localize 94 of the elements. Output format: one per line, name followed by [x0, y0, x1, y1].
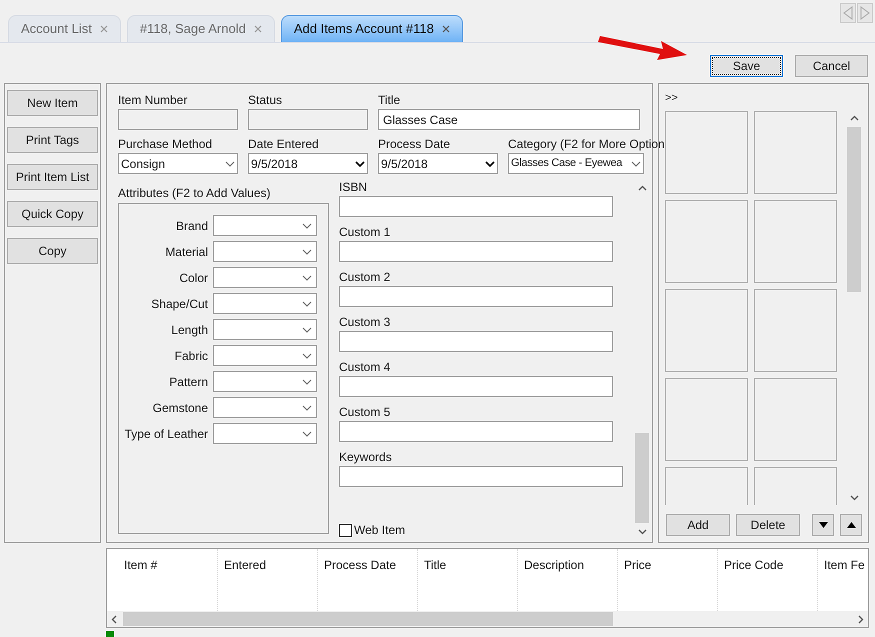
side-button[interactable]: Print Tags: [7, 127, 98, 153]
date-picker[interactable]: 9/5/2018: [248, 153, 368, 174]
add-button[interactable]: Add: [666, 514, 730, 536]
text-field[interactable]: Glasses Case: [378, 109, 640, 130]
delete-button[interactable]: Delete: [736, 514, 800, 536]
checkbox[interactable]: [339, 524, 352, 536]
photo-slot[interactable]: [754, 378, 837, 461]
close-icon[interactable]: [100, 25, 108, 33]
attribute-label: Shape/Cut: [151, 296, 208, 312]
text-field[interactable]: [339, 286, 613, 307]
field-label: Custom 5: [339, 406, 392, 419]
field-label: Title: [378, 93, 402, 107]
field-label: ISBN: [339, 181, 368, 194]
dropdown-field[interactable]: [213, 241, 317, 262]
checkbox-label: Web Item: [354, 522, 406, 539]
photo-slot[interactable]: [665, 378, 748, 461]
cancel-button[interactable]: Cancel: [795, 55, 868, 77]
scroll-down-icon[interactable]: [638, 529, 646, 535]
photo-slot[interactable]: [754, 111, 837, 194]
column-header[interactable]: Description: [524, 558, 584, 572]
scroll-up-icon[interactable]: [850, 115, 858, 121]
keywords-field[interactable]: [339, 466, 623, 487]
dropdown-field[interactable]: [213, 215, 317, 236]
dropdown-field[interactable]: [213, 293, 317, 314]
scrollbar-thumb[interactable]: [123, 612, 613, 626]
dropdown-field[interactable]: [213, 345, 317, 366]
scroll-right-icon[interactable]: [858, 614, 864, 624]
photo-slot[interactable]: [665, 200, 748, 283]
column-header[interactable]: Process Date: [324, 558, 396, 572]
close-icon[interactable]: [442, 25, 450, 33]
field-label: Custom 1: [339, 226, 392, 239]
section-title: Attributes (F2 to Add Values): [118, 186, 272, 200]
field-label: Custom 2: [339, 271, 392, 284]
photo-slot[interactable]: [665, 111, 748, 194]
attribute-label: Length: [171, 322, 208, 338]
text-field[interactable]: [339, 331, 613, 352]
text-field[interactable]: [339, 196, 613, 217]
horizontal-scrollbar[interactable]: [107, 611, 868, 627]
field-label: Item Number: [118, 93, 188, 107]
scrollbar-thumb[interactable]: [635, 433, 649, 523]
field-label: Custom 3: [339, 316, 392, 329]
dropdown-field[interactable]: [213, 397, 317, 418]
save-button[interactable]: Save: [710, 55, 783, 77]
dropdown-field[interactable]: [213, 423, 317, 444]
scroll-up-icon[interactable]: [638, 185, 646, 191]
side-button[interactable]: Quick Copy: [7, 201, 98, 227]
photo-slot[interactable]: [754, 289, 837, 372]
close-icon[interactable]: [254, 25, 262, 33]
down-triangle-icon: [818, 522, 828, 528]
field-label: Custom 4: [339, 361, 392, 374]
dropdown-field[interactable]: [213, 371, 317, 392]
up-triangle-icon: [846, 522, 856, 528]
column-header[interactable]: Price: [624, 558, 652, 572]
field-label: Keywords: [339, 451, 393, 464]
tab[interactable]: Add Items Account #118: [280, 15, 463, 42]
field-label: Process Date: [378, 137, 452, 151]
field-label: Date Entered: [248, 137, 320, 151]
side-button[interactable]: Print Item List: [7, 164, 98, 190]
attribute-label: Gemstone: [152, 400, 208, 416]
dropdown-field[interactable]: [213, 267, 317, 288]
tab[interactable]: Account List: [8, 15, 121, 42]
scrollbar-thumb[interactable]: [847, 127, 861, 292]
dropdown-field[interactable]: Glasses Case - Eyewea: [508, 153, 644, 174]
column-header[interactable]: Item #: [124, 558, 158, 572]
dropdown-field[interactable]: [213, 319, 317, 340]
side-button[interactable]: Copy: [7, 238, 98, 264]
scroll-down-icon[interactable]: [850, 495, 858, 501]
column-header[interactable]: Entered: [224, 558, 266, 572]
column-header[interactable]: Price Code: [724, 558, 784, 572]
text-field[interactable]: [339, 241, 613, 262]
text-field[interactable]: [339, 376, 613, 397]
expand-toggle[interactable]: >>: [665, 92, 678, 105]
field-label: Category (F2 for More Option: [508, 137, 665, 151]
field-label: Purchase Method: [118, 137, 214, 151]
scroll-left-icon[interactable]: [111, 614, 117, 624]
photo-slot[interactable]: [665, 289, 748, 372]
attribute-label: Material: [165, 244, 208, 260]
column-header[interactable]: Item Fe: [824, 558, 865, 572]
dropdown-field[interactable]: Consign: [118, 153, 238, 174]
attribute-label: Pattern: [169, 374, 208, 390]
column-header[interactable]: Title: [424, 558, 446, 572]
attribute-label: Color: [179, 270, 208, 286]
move-down-button[interactable]: [812, 514, 834, 536]
attribute-label: Type of Leather: [124, 426, 208, 442]
side-button[interactable]: New Item: [7, 90, 98, 116]
tab[interactable]: #118, Sage Arnold: [126, 15, 275, 42]
move-up-button[interactable]: [840, 514, 862, 536]
attribute-label: Fabric: [174, 348, 208, 364]
status-indicator-icon: [106, 631, 114, 637]
date-picker[interactable]: 9/5/2018: [378, 153, 498, 174]
photo-slot[interactable]: [754, 200, 837, 283]
field-label: Status: [248, 93, 284, 107]
text-field[interactable]: [339, 421, 613, 442]
attribute-label: Brand: [176, 218, 208, 234]
